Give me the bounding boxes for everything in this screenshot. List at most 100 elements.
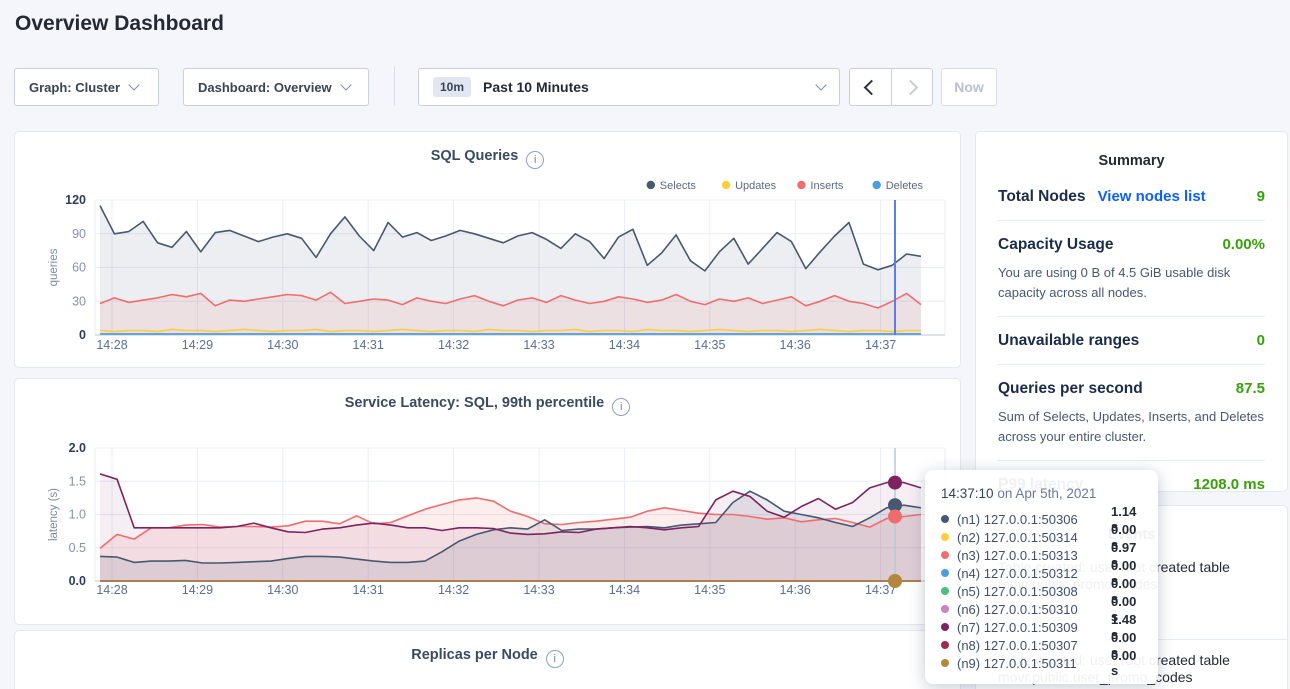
tooltip-node-label: (n1) 127.0.0.1:50306 [957,512,1103,527]
series-color-dot-icon [941,533,949,541]
chevron-right-icon [902,79,918,95]
tooltip-row: (n9) 127.0.0.1:503110.00 s [941,654,1142,672]
svg-text:14:37: 14:37 [865,338,896,352]
tooltip-rows: (n1) 127.0.0.1:503061.14 s(n2) 127.0.0.1… [941,510,1142,672]
svg-text:30: 30 [72,294,86,308]
svg-text:Updates: Updates [735,180,776,192]
svg-text:14:28: 14:28 [96,583,127,597]
svg-text:2.0: 2.0 [69,441,86,455]
svg-text:14:34: 14:34 [609,338,640,352]
svg-text:14:28: 14:28 [96,338,127,352]
svg-text:latency (s): latency (s) [48,488,60,541]
summary-row-capacity-usage: Capacity Usage 0.00% You are using 0 B o… [998,221,1265,317]
summary-row-unavailable-ranges: Unavailable ranges 0 [998,317,1265,365]
chevron-down-icon [340,79,351,90]
svg-text:14:36: 14:36 [780,338,811,352]
svg-text:Deletes: Deletes [886,180,924,192]
controls-divider [394,67,395,106]
next-interval-button[interactable] [892,69,933,105]
svg-text:14:33: 14:33 [523,338,554,352]
time-shift-button-group [849,68,933,106]
chevron-left-icon [864,79,880,95]
svg-text:Inserts: Inserts [810,180,844,192]
page-title: Overview Dashboard [15,12,224,36]
summary-row-total-nodes: Total Nodes View nodes list 9 [998,173,1265,221]
view-nodes-list-link[interactable]: View nodes list [1098,188,1206,205]
tooltip-node-label: (n4) 127.0.0.1:50312 [957,566,1103,581]
summary-value: 1208.0 ms [1193,476,1265,493]
svg-text:14:35: 14:35 [694,338,725,352]
replicas-per-node-chart-panel: Replicas per Nodei [14,630,961,689]
overview-dashboard-page: Overview Dashboard Graph: Cluster Dashbo… [0,0,1290,689]
series-color-dot-icon [941,605,949,613]
svg-text:14:30: 14:30 [267,583,298,597]
summary-value: 9 [1257,188,1265,205]
svg-text:14:34: 14:34 [609,583,640,597]
info-icon[interactable]: i [612,398,630,416]
series-color-dot-icon [941,659,949,667]
tooltip-node-label: (n5) 127.0.0.1:50308 [957,584,1103,599]
tooltip-node-label: (n8) 127.0.0.1:50307 [957,638,1103,653]
tooltip-node-label: (n2) 127.0.0.1:50314 [957,530,1103,545]
dashboard-label: Dashboard: Overview [198,80,332,95]
svg-text:14:32: 14:32 [438,338,469,352]
svg-text:14:33: 14:33 [523,583,554,597]
summary-description: You are using 0 B of 4.5 GiB usable disk… [998,263,1265,302]
time-range-label: Past 10 Minutes [483,79,589,95]
summary-label: Capacity Usage [998,236,1113,254]
service-latency-chart[interactable]: 14:28 14:29 14:30 14:31 14:32 14:33 14:34 14:35… [15,379,962,631]
graph-scope-dropdown[interactable]: Graph: Cluster [14,68,159,106]
svg-text:0.0: 0.0 [69,574,86,588]
svg-text:14:29: 14:29 [182,583,213,597]
svg-text:14:35: 14:35 [694,583,725,597]
svg-text:14:30: 14:30 [267,338,298,352]
time-range-badge: 10m [433,77,471,97]
series-color-dot-icon [941,569,949,577]
summary-label: Unavailable ranges [998,332,1139,350]
summary-description: Sum of Selects, Updates, Inserts, and De… [998,407,1265,446]
svg-text:90: 90 [72,227,86,241]
info-icon[interactable]: i [526,151,544,169]
service-latency-chart-panel: Service Latency: SQL, 99th percentilei 1… [14,378,961,625]
svg-text:14:31: 14:31 [353,583,384,597]
tooltip-node-label: (n6) 127.0.0.1:50310 [957,602,1103,617]
svg-text:1.0: 1.0 [69,508,86,522]
info-icon[interactable]: i [546,650,564,668]
chart-title: Replicas per Nodei [15,647,960,668]
tooltip-node-label: (n3) 127.0.0.1:50313 [957,548,1103,563]
sql-queries-chart-panel: SQL Queriesi 14:2814:2914:3014:3114:3214… [14,131,961,368]
summary-row-queries-per-second: Queries per second 87.5 Sum of Selects, … [998,365,1265,461]
summary-value: 0.00% [1222,236,1265,253]
series-color-dot-icon [941,587,949,595]
series-color-dot-icon [941,551,949,559]
chevron-down-icon [815,79,826,90]
svg-text:Selects: Selects [660,180,697,192]
series-color-dot-icon [941,515,949,523]
chart-tooltip: 14:37:10 on Apr 5th, 2021 (n1) 127.0.0.1… [925,470,1158,684]
series-color-dot-icon [941,623,949,631]
chart-title: SQL Queriesi [15,148,960,169]
summary-label: Queries per second [998,380,1143,398]
summary-label: Total Nodes [998,188,1086,206]
graph-scope-label: Graph: Cluster [29,80,120,95]
now-button[interactable]: Now [941,68,997,106]
dashboard-dropdown[interactable]: Dashboard: Overview [183,68,369,106]
svg-text:14:31: 14:31 [353,338,384,352]
prev-interval-button[interactable] [850,69,892,105]
time-range-dropdown[interactable]: 10m Past 10 Minutes [418,68,840,106]
tooltip-timestamp: 14:37:10 on Apr 5th, 2021 [941,486,1142,501]
tooltip-node-value: 0.00 s [1111,648,1142,678]
svg-text:0.5: 0.5 [69,541,86,555]
summary-title: Summary [998,132,1265,173]
summary-panel: Summary Total Nodes View nodes list 9 Ca… [975,131,1288,492]
series-color-dot-icon [941,641,949,649]
svg-text:0: 0 [79,328,86,342]
tooltip-node-label: (n7) 127.0.0.1:50309 [957,620,1103,635]
svg-text:120: 120 [65,193,86,207]
svg-text:14:36: 14:36 [780,583,811,597]
svg-text:queries: queries [48,248,60,286]
svg-text:60: 60 [72,261,86,275]
summary-value: 0 [1257,332,1265,349]
svg-text:14:32: 14:32 [438,583,469,597]
svg-text:1.5: 1.5 [69,474,86,488]
